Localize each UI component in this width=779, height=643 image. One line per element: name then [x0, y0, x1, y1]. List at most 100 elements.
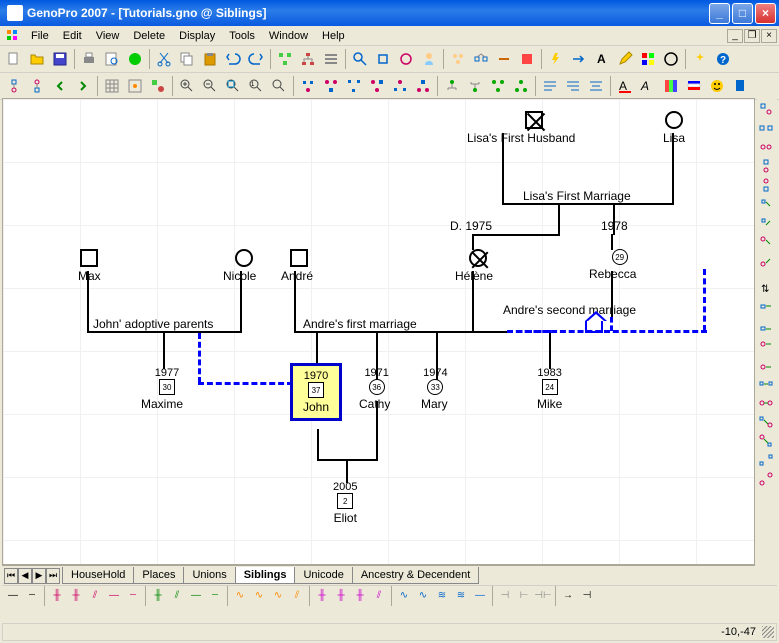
tool-11[interactable] — [757, 299, 775, 317]
mdi-close[interactable]: × — [761, 29, 777, 43]
save-button[interactable] — [49, 48, 71, 70]
genogram-canvas[interactable]: Lisa's First Husband Lisa Lisa's First M… — [3, 99, 754, 564]
font-button[interactable]: A — [614, 75, 636, 97]
tool-10[interactable]: ⇅ — [757, 280, 775, 298]
tool-7[interactable] — [757, 214, 775, 232]
resize-grip[interactable] — [762, 626, 774, 638]
male-button[interactable] — [372, 48, 394, 70]
bookmark-button[interactable] — [729, 75, 751, 97]
tab-places[interactable]: Places — [133, 567, 184, 584]
person-button[interactable] — [418, 48, 440, 70]
rel-18[interactable]: ╫ — [351, 588, 369, 604]
rel-24[interactable]: — — [471, 588, 489, 604]
tab-last[interactable]: ⏭ — [46, 568, 60, 584]
tool-19[interactable] — [757, 451, 775, 469]
rel-8[interactable]: ╫ — [149, 588, 167, 604]
rel-25[interactable]: ⊣ — [496, 588, 514, 604]
node-lisa-husband[interactable]: Lisa's First Husband — [493, 111, 575, 145]
find-button[interactable] — [349, 48, 371, 70]
nav-right-button[interactable] — [72, 75, 94, 97]
mdi-minimize[interactable]: _ — [727, 29, 743, 43]
tool-16[interactable] — [757, 394, 775, 412]
rel-21[interactable]: ∿ — [414, 588, 432, 604]
tool-17[interactable] — [757, 413, 775, 431]
anc3-button[interactable] — [487, 75, 509, 97]
anc1-button[interactable] — [441, 75, 463, 97]
tab-unions[interactable]: Unions — [183, 567, 235, 584]
node-rebecca[interactable]: 29 Rebecca — [603, 249, 636, 281]
menu-file[interactable]: File — [24, 28, 56, 44]
menu-tools[interactable]: Tools — [222, 28, 262, 44]
gen6-button[interactable] — [412, 75, 434, 97]
menu-edit[interactable]: Edit — [56, 28, 89, 44]
maximize-button[interactable]: □ — [732, 3, 753, 24]
tool-12[interactable] — [757, 318, 775, 336]
copy-button[interactable] — [176, 48, 198, 70]
tool-8[interactable] — [757, 233, 775, 251]
node-eliot[interactable]: 2005 2 Eliot — [333, 481, 357, 525]
zoom-fit-button[interactable] — [222, 75, 244, 97]
node-mike[interactable]: 1983 24 Mike — [537, 367, 562, 411]
tab-next[interactable]: ▶ — [32, 568, 46, 584]
anc2-button[interactable] — [464, 75, 486, 97]
open-button[interactable] — [26, 48, 48, 70]
gen3-button[interactable] — [343, 75, 365, 97]
tool-4[interactable] — [757, 157, 775, 175]
tool-15[interactable] — [757, 375, 775, 393]
autoarrange-button[interactable] — [274, 48, 296, 70]
help-button[interactable]: ? — [712, 48, 734, 70]
menu-window[interactable]: Window — [262, 28, 315, 44]
female-button[interactable] — [395, 48, 417, 70]
menu-help[interactable]: Help — [315, 28, 352, 44]
tab-prev[interactable]: ◀ — [18, 568, 32, 584]
arrow-button[interactable] — [568, 48, 590, 70]
gen1-button[interactable] — [297, 75, 319, 97]
family-button[interactable] — [447, 48, 469, 70]
tab-first[interactable]: ⏮ — [4, 568, 18, 584]
rel-1[interactable]: — — [4, 588, 22, 604]
tool-1[interactable] — [757, 100, 775, 118]
rel-6[interactable]: — — [105, 588, 123, 604]
node-nicole[interactable]: Nicole — [231, 249, 256, 283]
gen5-button[interactable] — [389, 75, 411, 97]
menu-delete[interactable]: Delete — [126, 28, 172, 44]
ltr-button[interactable] — [539, 75, 561, 97]
menu-display[interactable]: Display — [172, 28, 222, 44]
node-maxime[interactable]: 1977 30 Maxime — [151, 367, 183, 411]
nav-parent-button[interactable] — [3, 75, 25, 97]
tool-2[interactable] — [757, 119, 775, 137]
rel-28[interactable]: → — [559, 588, 577, 604]
rel-4[interactable]: ╫ — [67, 588, 85, 604]
node-helene[interactable]: Hélène — [463, 249, 493, 283]
grid-button[interactable] — [101, 75, 123, 97]
rel-15[interactable]: ⫽ — [288, 588, 306, 604]
rel-27[interactable]: ⊣⊢ — [534, 588, 552, 604]
tool-5[interactable] — [757, 176, 775, 194]
tab-unicode[interactable]: Unicode — [294, 567, 352, 584]
rel-12[interactable]: ∿ — [231, 588, 249, 604]
circle-button[interactable] — [660, 48, 682, 70]
rel-16[interactable]: ╫ — [313, 588, 331, 604]
tool-6[interactable] — [757, 195, 775, 213]
tab-siblings[interactable]: Siblings — [235, 567, 296, 584]
rel-14[interactable]: ∿ — [269, 588, 287, 604]
redo-button[interactable] — [245, 48, 267, 70]
mdi-restore[interactable]: ❐ — [744, 29, 760, 43]
node-lisa[interactable]: Lisa — [663, 111, 685, 145]
zoom-100-button[interactable]: 1 — [245, 75, 267, 97]
tool-18[interactable] — [757, 432, 775, 450]
rel-23[interactable]: ≋ — [452, 588, 470, 604]
rel-17[interactable]: ╫ — [332, 588, 350, 604]
zoom-in-button[interactable] — [176, 75, 198, 97]
color-button[interactable] — [516, 48, 538, 70]
nav-left-button[interactable] — [49, 75, 71, 97]
tool-14[interactable] — [757, 356, 775, 374]
rel-7[interactable]: ┄ — [124, 588, 142, 604]
undo-button[interactable] — [222, 48, 244, 70]
tool-13[interactable] — [757, 337, 775, 355]
layers-button[interactable] — [660, 75, 682, 97]
export-button[interactable] — [124, 48, 146, 70]
link-button[interactable] — [493, 48, 515, 70]
smiley-button[interactable] — [706, 75, 728, 97]
print-preview-button[interactable] — [101, 48, 123, 70]
